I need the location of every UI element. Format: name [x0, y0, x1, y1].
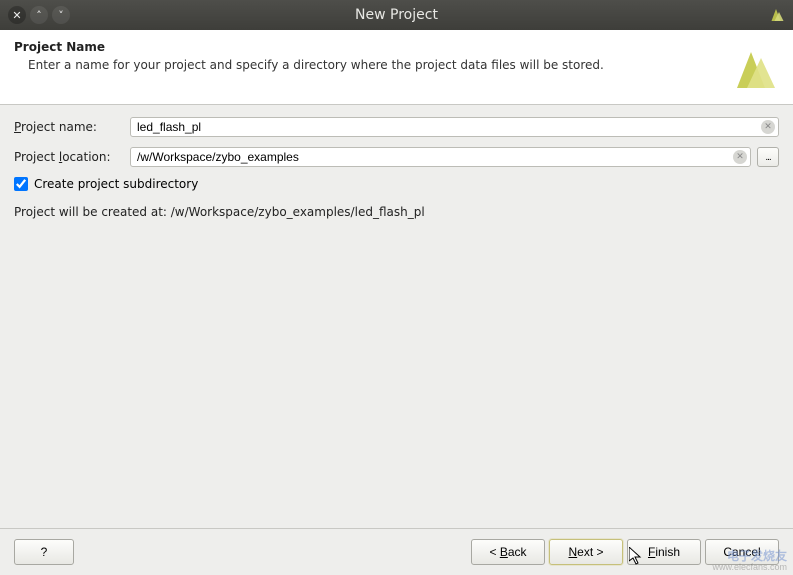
project-name-label: Project name: — [14, 120, 124, 134]
footer: ? < Back Next > Finish Cancel — [0, 528, 793, 575]
chevron-down-icon[interactable]: ˅ — [52, 6, 70, 24]
next-button[interactable]: Next > — [549, 539, 623, 565]
project-name-input[interactable] — [130, 117, 779, 137]
close-icon[interactable]: ✕ — [8, 6, 26, 24]
app-icon — [767, 6, 785, 24]
created-at-text: Project will be created at: /w/Workspace… — [14, 205, 779, 219]
titlebar: ✕ ˄ ˅ New Project — [0, 0, 793, 30]
create-subdir-label[interactable]: Create project subdirectory — [34, 177, 198, 191]
clear-location-icon[interactable]: ✕ — [733, 150, 747, 164]
help-button[interactable]: ? — [14, 539, 74, 565]
chevron-up-icon[interactable]: ˄ — [30, 6, 48, 24]
project-name-row: Project name: ✕ — [14, 117, 779, 137]
project-location-input[interactable] — [130, 147, 751, 167]
back-button[interactable]: < Back — [471, 539, 545, 565]
banner-heading: Project Name — [14, 40, 604, 54]
cancel-button[interactable]: Cancel — [705, 539, 779, 565]
create-subdir-row: Create project subdirectory — [14, 177, 779, 191]
vivado-logo-icon — [729, 44, 779, 94]
project-location-label: Project location: — [14, 150, 124, 164]
content-area: Project name: ✕ Project location: ✕ ... … — [0, 105, 793, 231]
finish-button[interactable]: Finish — [627, 539, 701, 565]
create-subdir-checkbox[interactable] — [14, 177, 28, 191]
window-controls: ✕ ˄ ˅ — [8, 6, 70, 24]
banner-description: Enter a name for your project and specif… — [28, 58, 604, 72]
banner-text: Project Name Enter a name for your proje… — [14, 40, 604, 72]
banner: Project Name Enter a name for your proje… — [0, 30, 793, 105]
browse-button[interactable]: ... — [757, 147, 779, 167]
project-location-row: Project location: ✕ ... — [14, 147, 779, 167]
clear-name-icon[interactable]: ✕ — [761, 120, 775, 134]
window-title: New Project — [355, 7, 438, 23]
